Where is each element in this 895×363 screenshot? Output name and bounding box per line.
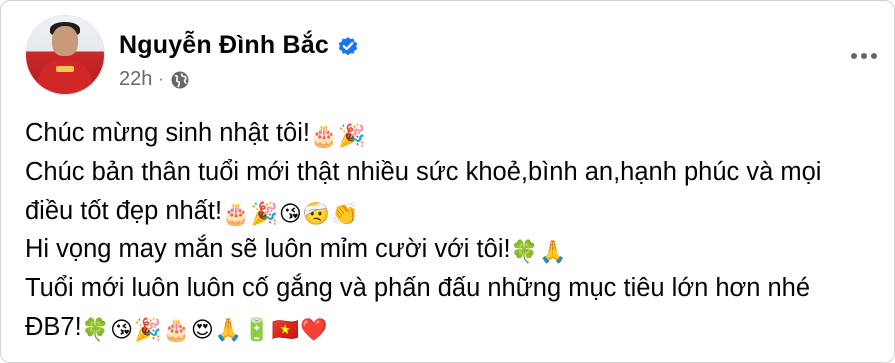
emoji-icon: 🎂 [162, 317, 190, 343]
emoji-icon: 👏 [331, 201, 359, 227]
post-text: Chúc mừng sinh nhật tôi! [25, 119, 310, 147]
emoji-icon: 🍀 [81, 317, 110, 343]
post-text-line: Chúc mừng sinh nhật tôi!🎂🎉 [25, 114, 821, 153]
emoji-icon: ❤️ [300, 317, 328, 343]
emoji-icon: 🎂 [309, 124, 338, 149]
more-options-icon[interactable] [844, 43, 884, 69]
globe-icon[interactable] [170, 70, 190, 90]
post-timestamp[interactable]: 22h [119, 68, 152, 91]
post-text-line: Tuổi mới luôn luôn cố gắng và phấn đấu n… [25, 269, 821, 308]
author-name[interactable]: Nguyễn Đình Bắc [119, 31, 329, 60]
post-text: ĐB7! [25, 312, 82, 341]
post-body: Chúc mừng sinh nhật tôi!🎂🎉 Chúc bản thân … [25, 114, 821, 347]
author-row: Nguyễn Đình Bắc [119, 31, 359, 60]
post-text: Hi vọng may mắn sẽ luôn mỉm cười với tôi… [25, 235, 511, 264]
emoji-icon: 😍 [190, 317, 214, 343]
post-header: Nguyễn Đình Bắc 22h · [25, 15, 359, 95]
emoji-icon: 😘 [278, 201, 302, 227]
post-text-line: ĐB7!🍀😘🎉🎂😍🙏🔋🇻🇳❤️ [25, 308, 821, 347]
emoji-icon: 🙏 [538, 240, 567, 266]
emoji-icon: 😘 [110, 317, 134, 343]
separator-dot: · [158, 70, 164, 88]
post-text-line: Hi vọng may mắn sẽ luôn mỉm cười với tôi… [25, 230, 821, 269]
post-time-row: 22h · [119, 68, 359, 91]
post-text: Chúc bản thân tuổi mới thật nhiều sức kh… [25, 157, 822, 186]
emoji-icon: 🎂 [222, 201, 250, 227]
post-text-line: Chúc bản thân tuổi mới thật nhiều sức kh… [25, 153, 821, 192]
emoji-icon: 🔋 [243, 317, 271, 343]
emoji-icon: 🇻🇳 [271, 317, 300, 343]
emoji-icon: 🤕 [302, 201, 331, 227]
emoji-icon: 🎉 [134, 317, 162, 343]
emoji-icon: 🍀 [510, 240, 538, 266]
post-text: điều tốt đẹp nhất! [25, 196, 223, 225]
post-meta: Nguyễn Đình Bắc 22h · [119, 15, 359, 91]
post-text: Tuổi mới luôn luôn cố gắng và phấn đấu n… [25, 274, 811, 303]
emoji-icon: 🎉 [338, 124, 366, 149]
post-text-line: điều tốt đẹp nhất!🎂🎉😘🤕👏 [25, 192, 821, 231]
facebook-post-card: Nguyễn Đình Bắc 22h · Chúc mừng sinh nhậ… [0, 0, 895, 363]
emoji-icon: 🎉 [250, 201, 278, 227]
emoji-icon: 🙏 [214, 317, 243, 343]
avatar[interactable] [25, 15, 105, 95]
verified-badge-icon [337, 35, 359, 57]
